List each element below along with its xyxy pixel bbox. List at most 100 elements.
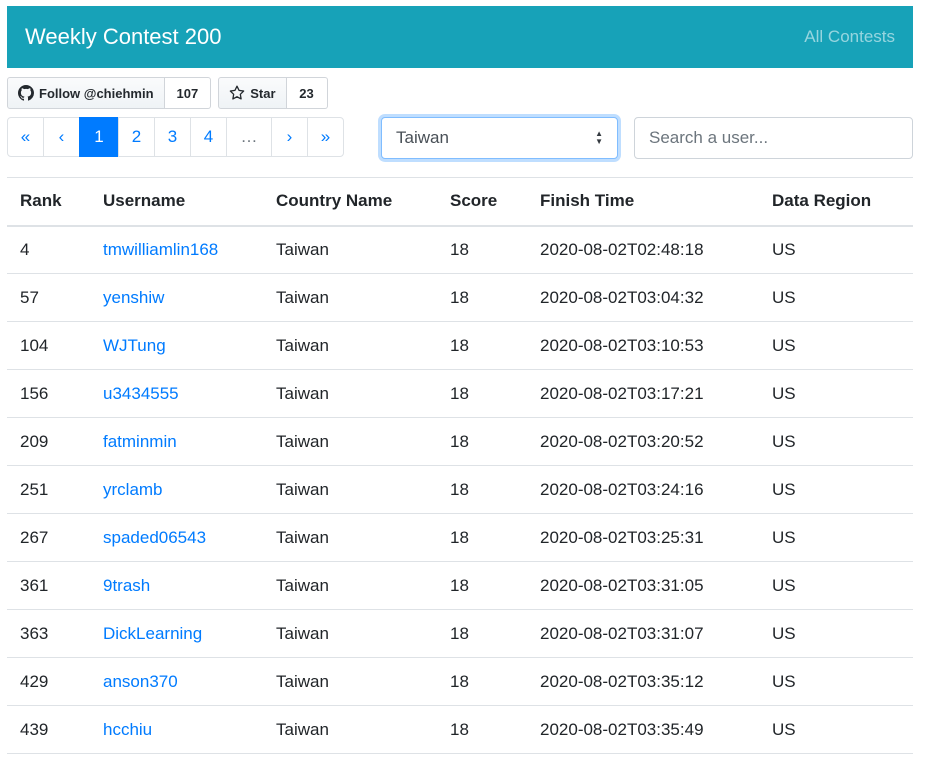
finish-time-cell: 2020-08-02T03:31:07 [527, 609, 759, 658]
score-cell: 18 [437, 321, 527, 370]
pagination: « ‹ 1 2 3 4 … › » [7, 117, 344, 159]
username-link[interactable]: hcchiu [103, 720, 152, 739]
data-region-cell: US [759, 657, 913, 706]
username-cell: WJTung [90, 321, 263, 370]
header-score[interactable]: Score [437, 177, 527, 227]
score-cell: 18 [437, 225, 527, 274]
data-region-cell: US [759, 273, 913, 322]
table-row: 156 u3434555 Taiwan 18 2020-08-02T03:17:21 US [7, 369, 913, 418]
score-cell: 18 [437, 417, 527, 466]
data-region-cell: US [759, 321, 913, 370]
page-ellipsis: … [226, 117, 272, 157]
rank-cell: 363 [7, 609, 90, 658]
finish-time-cell: 2020-08-02T03:17:21 [527, 369, 759, 418]
table-row: 361 9trash Taiwan 18 2020-08-02T03:31:05 US [7, 561, 913, 610]
rank-cell: 156 [7, 369, 90, 418]
page-prev-button[interactable]: ‹ [43, 117, 80, 157]
star-label: Star [250, 85, 276, 101]
finish-time-cell: 2020-08-02T03:31:05 [527, 561, 759, 610]
rank-cell: 439 [7, 705, 90, 754]
page-last-button[interactable]: » [307, 117, 344, 157]
page-2-button[interactable]: 2 [118, 117, 155, 157]
username-link[interactable]: u3434555 [103, 384, 179, 403]
username-link[interactable]: anson370 [103, 672, 178, 691]
username-cell: yrclamb [90, 465, 263, 514]
country-cell: Taiwan [263, 465, 437, 514]
data-region-cell: US [759, 513, 913, 562]
select-caret-icon: ▲ ▼ [595, 129, 603, 146]
star-icon [229, 85, 245, 101]
page-next-button[interactable]: › [271, 117, 308, 157]
data-region-cell: US [759, 225, 913, 274]
navbar: Weekly Contest 200 All Contests [7, 6, 913, 68]
country-cell: Taiwan [263, 609, 437, 658]
country-cell: Taiwan [263, 273, 437, 322]
rank-cell: 267 [7, 513, 90, 562]
page-1-button[interactable]: 1 [79, 117, 119, 157]
all-contests-link[interactable]: All Contests [804, 27, 895, 47]
github-follow-group: Follow @chiehmin 107 [7, 77, 212, 109]
header-finish-time[interactable]: Finish Time [527, 177, 759, 227]
finish-time-cell: 2020-08-02T02:48:18 [527, 225, 759, 274]
score-cell: 18 [437, 369, 527, 418]
finish-time-cell: 2020-08-02T03:35:49 [527, 705, 759, 754]
table-row: 209 fatminmin Taiwan 18 2020-08-02T03:20:52 U… [7, 417, 913, 466]
user-search-input[interactable] [634, 117, 913, 159]
finish-time-cell: 2020-08-02T03:24:16 [527, 465, 759, 514]
page-3-button[interactable]: 3 [154, 117, 191, 157]
ranking-table: Rank Username Country Name Score Finish … [7, 177, 913, 754]
star-count[interactable]: 23 [286, 77, 328, 109]
username-link[interactable]: 9trash [103, 576, 150, 595]
username-link[interactable]: fatminmin [103, 432, 177, 451]
contest-title[interactable]: Weekly Contest 200 [25, 24, 221, 50]
github-star-button[interactable]: Star [218, 77, 287, 109]
finish-time-cell: 2020-08-02T03:35:12 [527, 657, 759, 706]
rank-cell: 361 [7, 561, 90, 610]
finish-time-cell: 2020-08-02T03:10:53 [527, 321, 759, 370]
score-cell: 18 [437, 609, 527, 658]
country-cell: Taiwan [263, 513, 437, 562]
score-cell: 18 [437, 657, 527, 706]
score-cell: 18 [437, 513, 527, 562]
username-cell: hcchiu [90, 705, 263, 754]
finish-time-cell: 2020-08-02T03:20:52 [527, 417, 759, 466]
country-cell: Taiwan [263, 369, 437, 418]
data-region-cell: US [759, 561, 913, 610]
rank-cell: 4 [7, 225, 90, 274]
data-region-cell: US [759, 465, 913, 514]
page-first-button[interactable]: « [7, 117, 44, 157]
data-region-cell: US [759, 417, 913, 466]
table-row: 363 DickLearning Taiwan 18 2020-08-02T03:31:… [7, 609, 913, 658]
username-link[interactable]: spaded06543 [103, 528, 206, 547]
username-cell: fatminmin [90, 417, 263, 466]
username-link[interactable]: yrclamb [103, 480, 163, 499]
username-link[interactable]: tmwilliamlin168 [103, 240, 218, 259]
country-cell: Taiwan [263, 321, 437, 370]
score-cell: 18 [437, 561, 527, 610]
follow-count[interactable]: 107 [164, 77, 212, 109]
rank-cell: 57 [7, 273, 90, 322]
score-cell: 18 [437, 465, 527, 514]
table-row: 251 yrclamb Taiwan 18 2020-08-02T03:24:16 US [7, 465, 913, 514]
table-row: 104 WJTung Taiwan 18 2020-08-02T03:10:53 US [7, 321, 913, 370]
country-cell: Taiwan [263, 657, 437, 706]
header-country[interactable]: Country Name [263, 177, 437, 227]
page-4-button[interactable]: 4 [190, 117, 227, 157]
username-link[interactable]: DickLearning [103, 624, 202, 643]
header-username[interactable]: Username [90, 177, 263, 227]
github-follow-button[interactable]: Follow @chiehmin [7, 77, 165, 109]
table-row: 429 anson370 Taiwan 18 2020-08-02T03:35:12 US [7, 657, 913, 706]
country-select[interactable]: Taiwan ▲ ▼ [381, 117, 618, 159]
finish-time-cell: 2020-08-02T03:04:32 [527, 273, 759, 322]
table-header-row: Rank Username Country Name Score Finish … [7, 177, 913, 227]
username-link[interactable]: yenshiw [103, 288, 164, 307]
header-rank[interactable]: Rank [7, 177, 90, 227]
username-link[interactable]: WJTung [103, 336, 166, 355]
table-row: 439 hcchiu Taiwan 18 2020-08-02T03:35:49 US [7, 705, 913, 754]
github-buttons: Follow @chiehmin 107 Star 23 [7, 77, 335, 109]
table-row: 267 spaded06543 Taiwan 18 2020-08-02T03:25:3… [7, 513, 913, 562]
header-data-region[interactable]: Data Region [759, 177, 913, 227]
username-cell: anson370 [90, 657, 263, 706]
username-cell: tmwilliamlin168 [90, 225, 263, 274]
score-cell: 18 [437, 273, 527, 322]
